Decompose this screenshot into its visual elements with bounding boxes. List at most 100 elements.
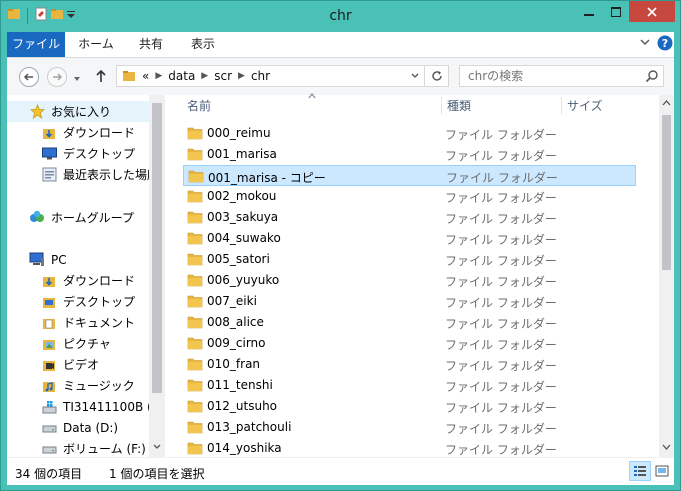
close-icon (647, 6, 657, 17)
tab-home[interactable]: ホーム (75, 32, 117, 57)
folder-icon (187, 441, 203, 458)
tab-file[interactable]: ファイル (7, 32, 65, 57)
nav-pc-pictures[interactable]: ピクチャ (7, 333, 111, 354)
column-divider[interactable] (561, 97, 562, 115)
file-row[interactable]: 002_mokou ファイル フォルダー (183, 186, 636, 207)
nav-pc-music[interactable]: ミュージック (7, 375, 135, 396)
folder-icon (187, 126, 203, 143)
file-type: ファイル フォルダー (445, 359, 557, 373)
music-folder-icon (41, 378, 57, 394)
nav-scrollbar-thumb[interactable] (152, 103, 162, 393)
item-count: 34 個の項目 (15, 467, 83, 481)
nav-pc-desktop[interactable]: デスクトップ (7, 291, 135, 312)
breadcrumb-separator[interactable]: ▶ (201, 71, 208, 81)
svg-text:?: ? (662, 37, 668, 50)
drive-icon (41, 420, 57, 436)
minimize-button[interactable] (575, 1, 602, 22)
file-type: ファイル フォルダー (445, 380, 557, 394)
forward-button[interactable] (47, 67, 67, 87)
file-row[interactable]: 012_utsuho ファイル フォルダー (183, 396, 636, 417)
nav-item-label: ダウンロード (63, 126, 136, 140)
file-row[interactable]: 004_suwako ファイル フォルダー (183, 228, 636, 249)
maximize-button[interactable] (602, 1, 629, 22)
nav-favorites[interactable]: お気に入り (7, 101, 149, 122)
nav-pc-drive-c[interactable]: TI31411100B (C (7, 396, 160, 417)
file-row[interactable]: 001_marisa - コピー ファイル フォルダー (183, 165, 636, 186)
tab-view[interactable]: 表示 (183, 32, 223, 57)
nav-pc-drive-d[interactable]: Data (D:) (7, 417, 118, 438)
nav-pc[interactable]: PC (7, 249, 67, 270)
file-type: ファイル フォルダー (445, 338, 557, 352)
back-button[interactable] (19, 67, 39, 87)
expand-ribbon-icon[interactable] (639, 36, 651, 51)
refresh-button[interactable] (425, 65, 449, 87)
file-row[interactable]: 008_alice ファイル フォルダー (183, 312, 636, 333)
column-header-size[interactable]: サイズ (567, 95, 603, 117)
file-row[interactable]: 014_yoshika ファイル フォルダー (183, 438, 636, 459)
scroll-down-arrow-icon[interactable] (153, 444, 161, 450)
search-input[interactable] (460, 66, 640, 86)
file-row[interactable]: 011_tenshi ファイル フォルダー (183, 375, 636, 396)
nav-item-label: ピクチャ (63, 337, 111, 351)
column-divider[interactable] (441, 97, 442, 115)
nav-pc-label: PC (51, 252, 67, 267)
nav-item-label: 最近表示した場所 (63, 168, 160, 182)
nav-scrollbar[interactable] (149, 95, 165, 457)
file-type: ファイル フォルダー (445, 128, 557, 142)
breadcrumb-chr[interactable]: chr (251, 69, 270, 83)
recent-places-icon (41, 167, 57, 183)
file-row[interactable]: 003_sakuya ファイル フォルダー (183, 207, 636, 228)
help-icon[interactable]: ? (657, 35, 673, 54)
navigation-pane: お気に入り ダウンロード デスクトップ 最近表示した場所 ホームグループ PC … (7, 95, 165, 457)
nav-fav-downloads[interactable]: ダウンロード (7, 122, 135, 143)
file-row[interactable]: 013_patchouli ファイル フォルダー (183, 417, 636, 438)
pictures-folder-icon (41, 336, 57, 352)
selection-count: 1 個の項目を選択 (109, 467, 205, 481)
column-header-name[interactable]: 名前 (187, 95, 211, 117)
title-bar: chr (1, 1, 680, 32)
file-row[interactable]: 010_fran ファイル フォルダー (183, 354, 636, 375)
tab-share[interactable]: 共有 (131, 32, 171, 57)
nav-fav-recent[interactable]: 最近表示した場所 (7, 164, 159, 185)
folder-icon (187, 273, 203, 290)
file-row[interactable]: 000_reimu ファイル フォルダー (183, 123, 636, 144)
file-list-scrollbar[interactable] (659, 95, 674, 457)
details-view-button[interactable] (629, 461, 651, 481)
file-name: 001_marisa (207, 147, 277, 161)
search-icon[interactable] (645, 69, 659, 86)
file-name: 010_fran (207, 357, 261, 371)
breadcrumb-scr[interactable]: scr (214, 69, 232, 83)
file-name: 014_yoshika (207, 441, 282, 455)
address-dropdown-button[interactable] (406, 66, 424, 86)
nav-pc-drive-f[interactable]: ボリューム (F:) (7, 438, 146, 457)
column-header-type[interactable]: 種類 (447, 95, 471, 117)
file-row[interactable]: 005_satori ファイル フォルダー (183, 249, 636, 270)
recent-locations-icon[interactable] (73, 72, 81, 86)
nav-homegroup[interactable]: ホームグループ (7, 207, 134, 228)
forward-arrow-icon (53, 73, 63, 81)
file-list-scrollbar-thumb[interactable] (662, 115, 671, 270)
scroll-down-arrow-icon[interactable] (662, 444, 671, 450)
file-row[interactable]: 001_marisa ファイル フォルダー (183, 144, 636, 165)
nav-pc-videos[interactable]: ビデオ (7, 354, 99, 375)
scroll-up-arrow-icon[interactable] (662, 100, 671, 106)
breadcrumb-overflow[interactable]: « (142, 69, 149, 83)
file-row[interactable]: 009_cirno ファイル フォルダー (183, 333, 636, 354)
breadcrumb-data[interactable]: data (168, 69, 195, 83)
minimize-icon (583, 13, 594, 16)
nav-fav-desktop[interactable]: デスクトップ (7, 143, 135, 164)
up-arrow-icon[interactable] (95, 69, 107, 86)
address-bar[interactable]: « ▶ data ▶ scr ▶ chr (116, 65, 425, 87)
search-box[interactable] (459, 65, 664, 87)
large-icons-view-button[interactable] (651, 461, 673, 481)
nav-pc-downloads[interactable]: ダウンロード (7, 270, 135, 291)
nav-pc-documents[interactable]: ドキュメント (7, 312, 135, 333)
nav-favorites-label: お気に入り (51, 105, 112, 119)
file-type: ファイル フォルダー (445, 212, 557, 226)
breadcrumb-separator[interactable]: ▶ (155, 71, 162, 81)
breadcrumb-separator[interactable]: ▶ (238, 71, 245, 81)
file-name: 005_satori (207, 252, 270, 266)
close-button[interactable] (629, 1, 675, 22)
file-row[interactable]: 007_eiki ファイル フォルダー (183, 291, 636, 312)
file-row[interactable]: 006_yuyuko ファイル フォルダー (183, 270, 636, 291)
